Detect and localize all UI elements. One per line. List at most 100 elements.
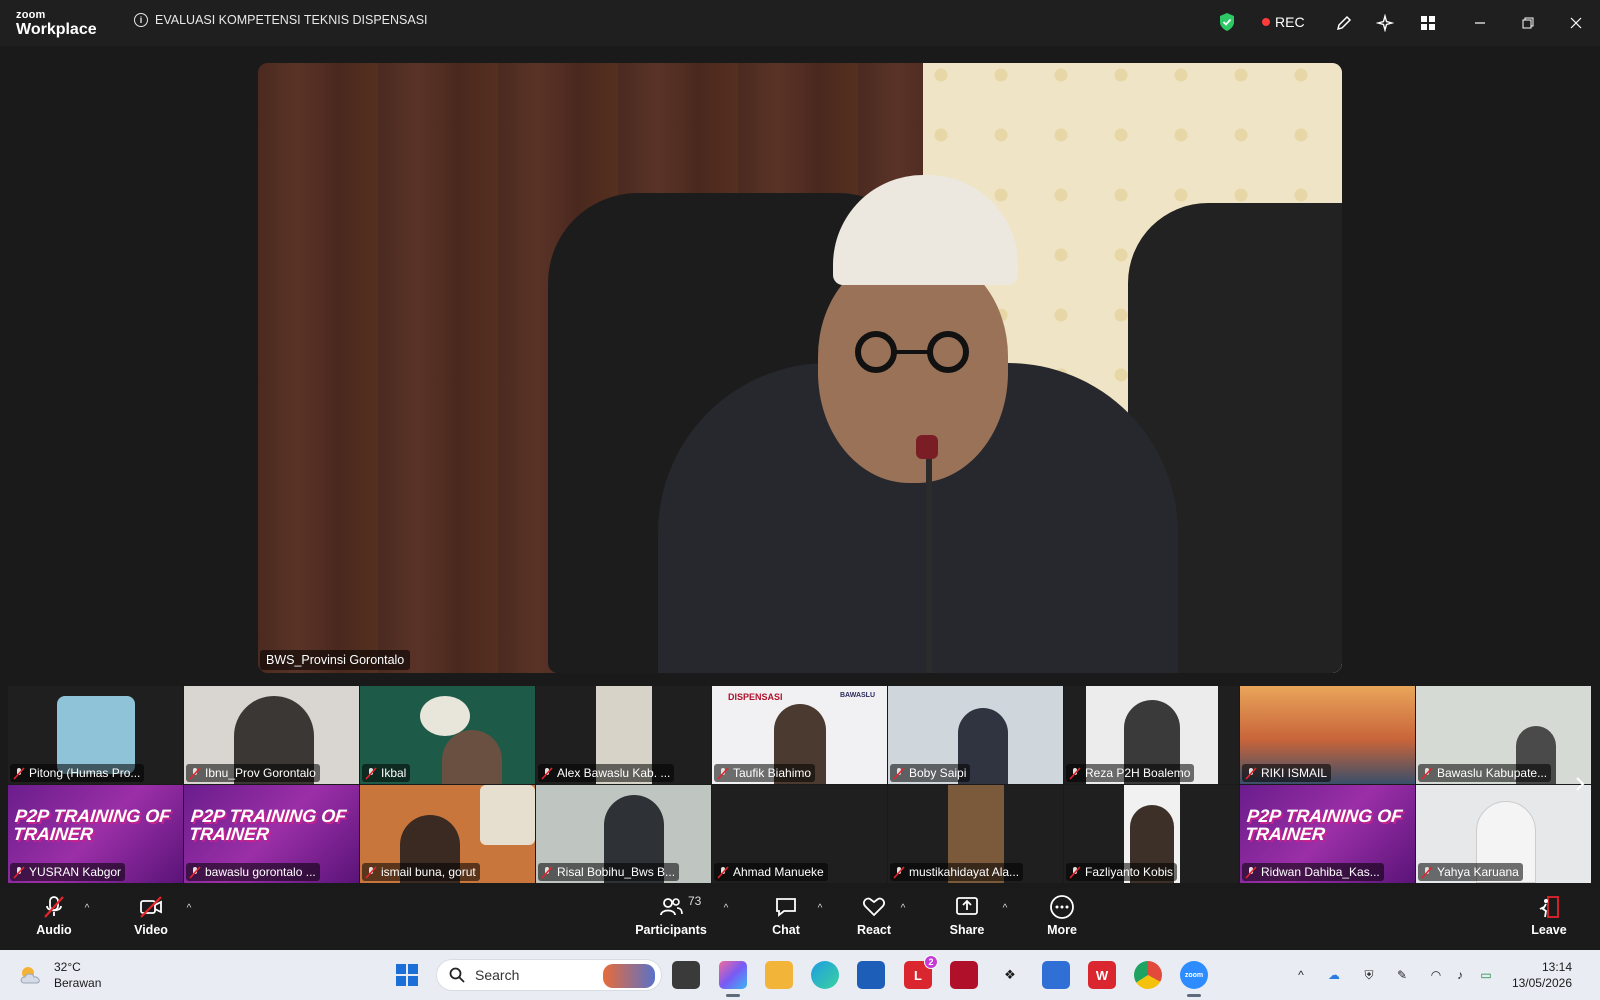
mic-muted-icon xyxy=(1245,865,1257,879)
taskbar-search[interactable]: Search xyxy=(436,959,662,991)
chat-button[interactable]: Chat xyxy=(751,894,821,946)
close-icon xyxy=(1570,17,1582,29)
store-icon[interactable] xyxy=(857,961,885,989)
banner-text: P2P TRAINING OF TRAINER xyxy=(188,806,348,844)
mic-muted-icon xyxy=(13,865,25,879)
more-button[interactable]: More xyxy=(1027,894,1097,946)
outlook-icon[interactable] xyxy=(1042,961,1070,989)
mic-muted-icon xyxy=(717,766,729,780)
audio-options-caret[interactable]: ^ xyxy=(81,902,93,914)
l-app-icon[interactable]: L2 xyxy=(904,955,938,989)
participant-tile[interactable]: P2P TRAINING OF TRAINER YUSRAN Kabgor xyxy=(8,785,183,883)
start-button[interactable] xyxy=(396,964,418,986)
temperature-text: 32°C xyxy=(54,960,81,974)
mic-muted-icon xyxy=(1069,766,1081,780)
onedrive-cloud-icon[interactable]: ☁ xyxy=(1325,966,1343,984)
react-options-caret[interactable]: ^ xyxy=(897,902,909,914)
participant-name: Fazliyanto Kobis xyxy=(1085,865,1174,879)
file-explorer-icon[interactable] xyxy=(765,961,793,989)
participant-name-tag: Boby Saipi xyxy=(890,764,971,782)
active-speaker-video[interactable]: BWS_Provinsi Gorontalo xyxy=(258,63,1342,673)
participants-options-caret[interactable]: ^ xyxy=(720,902,732,914)
video-button[interactable]: Video xyxy=(116,894,186,946)
participant-name: Reza P2H Boalemo xyxy=(1085,766,1191,780)
taskbar-clock[interactable]: 13:14 13/05/2026 xyxy=(1512,959,1572,991)
leave-button[interactable]: Leave xyxy=(1514,894,1584,946)
speaker-name-tag: BWS_Provinsi Gorontalo xyxy=(260,650,411,670)
chevron-right-icon xyxy=(1576,777,1585,791)
audio-label: Audio xyxy=(36,923,72,937)
participant-tile[interactable]: Fazliyanto Kobis xyxy=(1064,785,1239,883)
participant-tile[interactable]: Bawaslu Kabupate... xyxy=(1416,686,1591,784)
edge-browser-icon[interactable] xyxy=(811,961,839,989)
participant-tile[interactable]: DISPENSASI BAWASLU Taufik Biahimo xyxy=(712,686,887,784)
mcafee-icon[interactable] xyxy=(950,961,978,989)
box-object xyxy=(480,785,535,845)
participant-tile[interactable]: Risal Bobihu_Bws B... xyxy=(536,785,711,883)
chat-icon xyxy=(776,898,796,917)
participant-name: ismail buna, gorut xyxy=(381,865,476,879)
audio-button[interactable]: Audio xyxy=(19,894,89,946)
participant-tile[interactable]: Reza P2H Boalemo xyxy=(1064,686,1239,784)
task-view-icon[interactable] xyxy=(672,961,700,989)
security-tray-icon[interactable]: ⛨ xyxy=(1360,966,1378,984)
recording-indicator[interactable]: REC xyxy=(1262,14,1305,30)
participant-tile[interactable]: Alex Bawaslu Kab. ... xyxy=(536,686,711,784)
react-label: React xyxy=(856,923,892,937)
participant-tile[interactable]: ismail buna, gorut xyxy=(360,785,535,883)
gallery-next-page-button[interactable] xyxy=(1568,772,1592,796)
ai-companion-button[interactable] xyxy=(1369,8,1401,38)
annotate-button[interactable] xyxy=(1328,8,1360,38)
battery-icon[interactable]: ▭ xyxy=(1477,966,1495,984)
participant-tile[interactable]: Yahya Karuana xyxy=(1416,785,1591,883)
encryption-shield-icon[interactable] xyxy=(1219,13,1235,31)
volume-icon[interactable]: ♪ xyxy=(1451,966,1469,984)
share-options-caret[interactable]: ^ xyxy=(999,902,1011,914)
active-app-indicator xyxy=(1187,994,1201,997)
mic-muted-icon xyxy=(189,865,201,879)
mic-muted-icon xyxy=(1245,766,1257,780)
copilot-icon[interactable] xyxy=(719,961,747,989)
search-highlight-image xyxy=(603,964,655,988)
participant-tile[interactable]: Ikbal xyxy=(360,686,535,784)
zoom-app-icon[interactable]: zoom xyxy=(1180,961,1208,989)
participant-tile[interactable]: Pitong (Humas Pro... xyxy=(8,686,183,784)
show-hidden-icons-chevron-icon[interactable]: ^ xyxy=(1292,966,1310,984)
microphone-head xyxy=(916,435,938,459)
participant-tile[interactable]: Boby Saipi xyxy=(888,686,1063,784)
participant-tile[interactable]: Ahmad Manueke xyxy=(712,785,887,883)
participant-tile[interactable]: Ibnu_Prov Gorontalo xyxy=(184,686,359,784)
participant-tile[interactable]: P2P TRAINING OF TRAINER Ridwan Dahiba_Ka… xyxy=(1240,785,1415,883)
wifi-icon[interactable]: ◠ xyxy=(1427,966,1445,984)
weather-widget[interactable]: 32°C Berawan xyxy=(18,959,101,991)
active-app-indicator xyxy=(726,994,740,997)
participant-tile[interactable]: RIKI ISMAIL xyxy=(1240,686,1415,784)
video-options-caret[interactable]: ^ xyxy=(183,902,195,914)
restore-button[interactable] xyxy=(1514,10,1542,36)
participant-tile[interactable]: mustikahidayat Ala... xyxy=(888,785,1063,883)
close-button[interactable] xyxy=(1562,10,1590,36)
participant-name-tag: Ibnu_Prov Gorontalo xyxy=(186,764,320,782)
restore-icon xyxy=(1522,17,1534,29)
participant-name: Yahya Karuana xyxy=(1437,865,1519,879)
meeting-info-button[interactable]: i EVALUASI KOMPETENSI TEKNIS DISPENSASI xyxy=(134,13,428,27)
apps-button[interactable] xyxy=(1412,8,1444,38)
wps-office-icon[interactable]: W xyxy=(1088,961,1116,989)
chrome-icon[interactable] xyxy=(1134,961,1162,989)
pen-tray-icon[interactable]: ✎ xyxy=(1393,966,1411,984)
dropbox-icon[interactable]: ❖ xyxy=(996,961,1024,989)
minimize-button[interactable] xyxy=(1466,10,1494,36)
participant-name-tag: mustikahidayat Ala... xyxy=(890,863,1024,881)
participant-name: Taufik Biahimo xyxy=(733,766,812,780)
mic-muted-icon xyxy=(365,766,377,780)
chat-options-caret[interactable]: ^ xyxy=(814,902,826,914)
participant-name: Ikbal xyxy=(381,766,407,780)
share-button[interactable]: Share xyxy=(932,894,1002,946)
participant-name-tag: Ahmad Manueke xyxy=(714,863,828,881)
microphone-stand xyxy=(926,443,932,673)
participant-name-tag: Ikbal xyxy=(362,764,411,782)
participant-tile[interactable]: P2P TRAINING OF TRAINER bawaslu gorontal… xyxy=(184,785,359,883)
meeting-title: EVALUASI KOMPETENSI TEKNIS DISPENSASI xyxy=(155,13,428,27)
mic-muted-icon xyxy=(893,766,905,780)
banner-text: P2P TRAINING OF TRAINER xyxy=(12,806,172,844)
